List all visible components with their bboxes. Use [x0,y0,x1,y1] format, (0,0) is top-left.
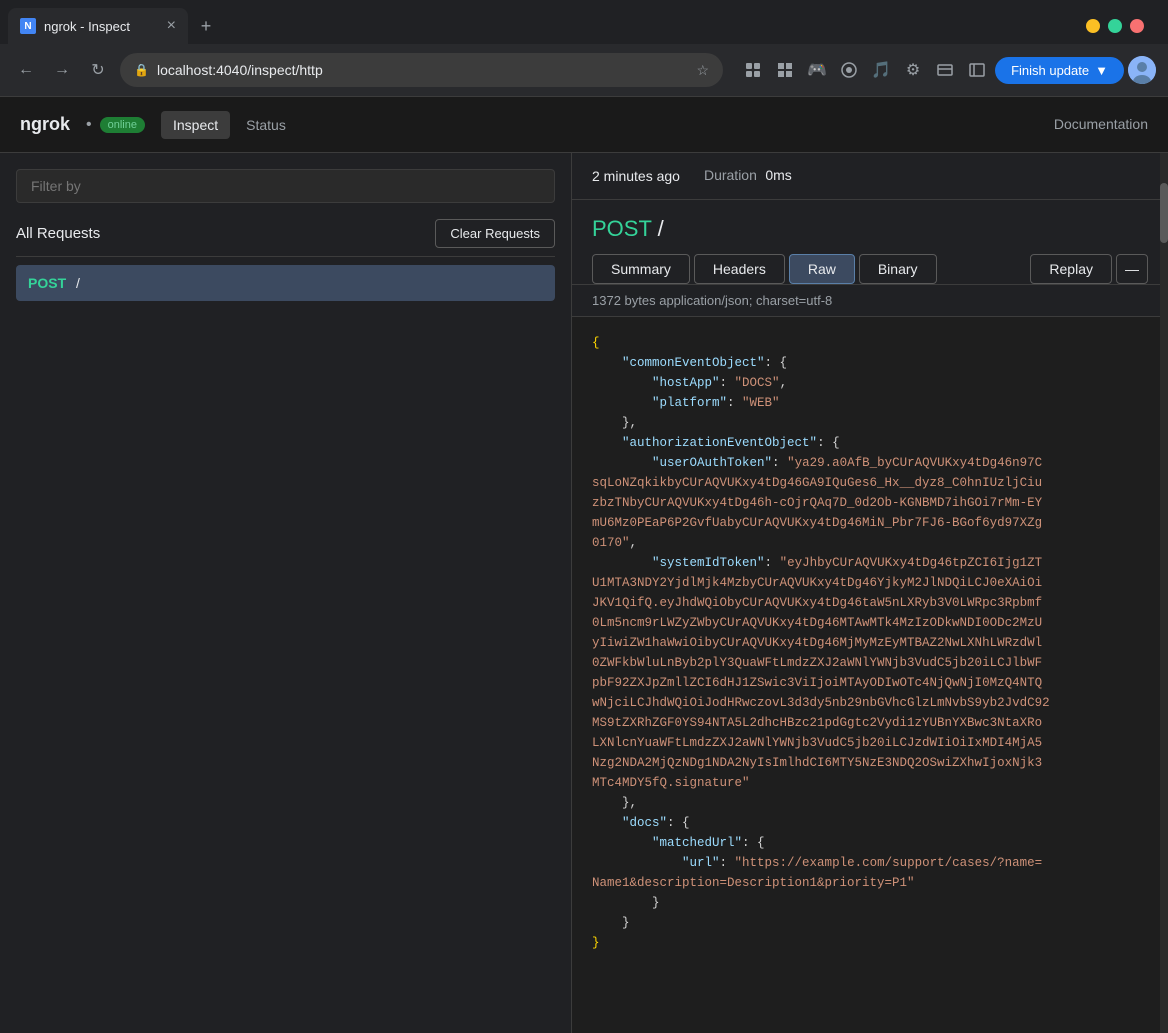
tab-close-btn[interactable]: × [167,17,176,35]
window-maximize-btn[interactable] [1108,19,1122,33]
music-icon[interactable]: 🎵 [867,56,895,84]
puzzle-icon[interactable]: ⚙ [899,56,927,84]
address-bar[interactable]: 🔒 localhost:4040/inspect/http ☆ [120,53,723,87]
json-content: { "commonEventObject": { "hostApp": "DOC… [592,333,1148,953]
replay-button[interactable]: Replay [1030,254,1112,284]
replay-more-button[interactable]: — [1116,254,1148,284]
request-meta: 2 minutes ago Duration 0ms [572,153,1168,200]
tab-groups-icon[interactable] [931,56,959,84]
window-minimize-btn[interactable] [1086,19,1100,33]
duration-section: Duration 0ms [704,167,792,185]
app-navigation: ngrok • online Inspect Status Documentat… [0,97,1168,153]
app-nav-links: Inspect Status [161,111,298,139]
url-text: localhost:4040/inspect/http [157,62,689,78]
lock-icon: 🔒 [134,63,149,77]
profile-avatar[interactable] [1128,56,1156,84]
request-time: 2 minutes ago [592,168,680,184]
tab-headers[interactable]: Headers [694,254,785,284]
nav-inspect[interactable]: Inspect [161,111,230,139]
right-panel: 2 minutes ago Duration 0ms POST / Summar… [572,153,1168,1033]
tab-title: ngrok - Inspect [44,19,130,34]
request-method-large: POST [592,216,658,241]
tab-summary[interactable]: Summary [592,254,690,284]
scrollbar-track[interactable] [1160,153,1168,1033]
duration-value: 0ms [765,167,791,183]
request-path-large: / [658,216,664,241]
gamepad-icon[interactable]: 🎮 [803,56,831,84]
browser-tab[interactable]: N ngrok - Inspect × [8,8,188,44]
content-info: 1372 bytes application/json; charset=utf… [572,285,1168,317]
main-content: All Requests Clear Requests POST / 2 min… [0,153,1168,1033]
request-path: / [76,275,80,291]
scrollbar-thumb[interactable] [1160,183,1168,243]
window-close-btn[interactable] [1130,19,1144,33]
windows-icon[interactable] [771,56,799,84]
forward-btn[interactable]: → [48,56,76,84]
duration-label: Duration [704,167,757,183]
requests-header: All Requests Clear Requests [16,219,555,248]
back-btn[interactable]: ← [12,56,40,84]
tabs-row: Summary Headers Raw Binary Replay — [572,254,1168,285]
sidebar-icon[interactable] [963,56,991,84]
code-block[interactable]: { "commonEventObject": { "hostApp": "DOC… [572,317,1168,1033]
app-logo: ngrok [20,114,70,135]
app-nav-right: Documentation [1054,116,1148,134]
new-tab-btn[interactable]: + [192,12,220,40]
documentation-link[interactable]: Documentation [1054,116,1148,132]
filter-input[interactable] [16,169,555,203]
chrome-icon[interactable] [835,56,863,84]
all-requests-title: All Requests [16,225,100,242]
left-panel: All Requests Clear Requests POST / [0,153,572,1033]
finish-update-button[interactable]: Finish update ▼ [995,57,1124,84]
reload-btn[interactable]: ↻ [84,56,112,84]
request-title: POST / [572,200,1168,254]
replay-section: Replay — [1030,254,1148,284]
tab-binary[interactable]: Binary [859,254,937,284]
request-list-item[interactable]: POST / [16,265,555,301]
clear-requests-button[interactable]: Clear Requests [435,219,555,248]
tab-raw[interactable]: Raw [789,254,855,284]
bookmark-icon[interactable]: ☆ [697,62,710,79]
app-dot: • [86,116,92,134]
divider [16,256,555,257]
status-badge: online [100,117,145,133]
nav-status[interactable]: Status [234,111,298,139]
finish-update-chevron-icon: ▼ [1095,63,1108,78]
request-method: POST [28,275,66,291]
extensions-icon[interactable] [739,56,767,84]
tab-favicon: N [20,18,36,34]
